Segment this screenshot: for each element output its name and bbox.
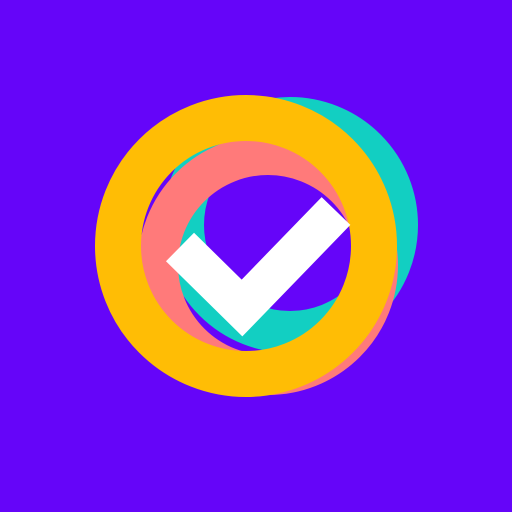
app-icon-graphic	[0, 0, 512, 512]
background-fill	[0, 0, 512, 512]
app-icon	[0, 0, 512, 512]
